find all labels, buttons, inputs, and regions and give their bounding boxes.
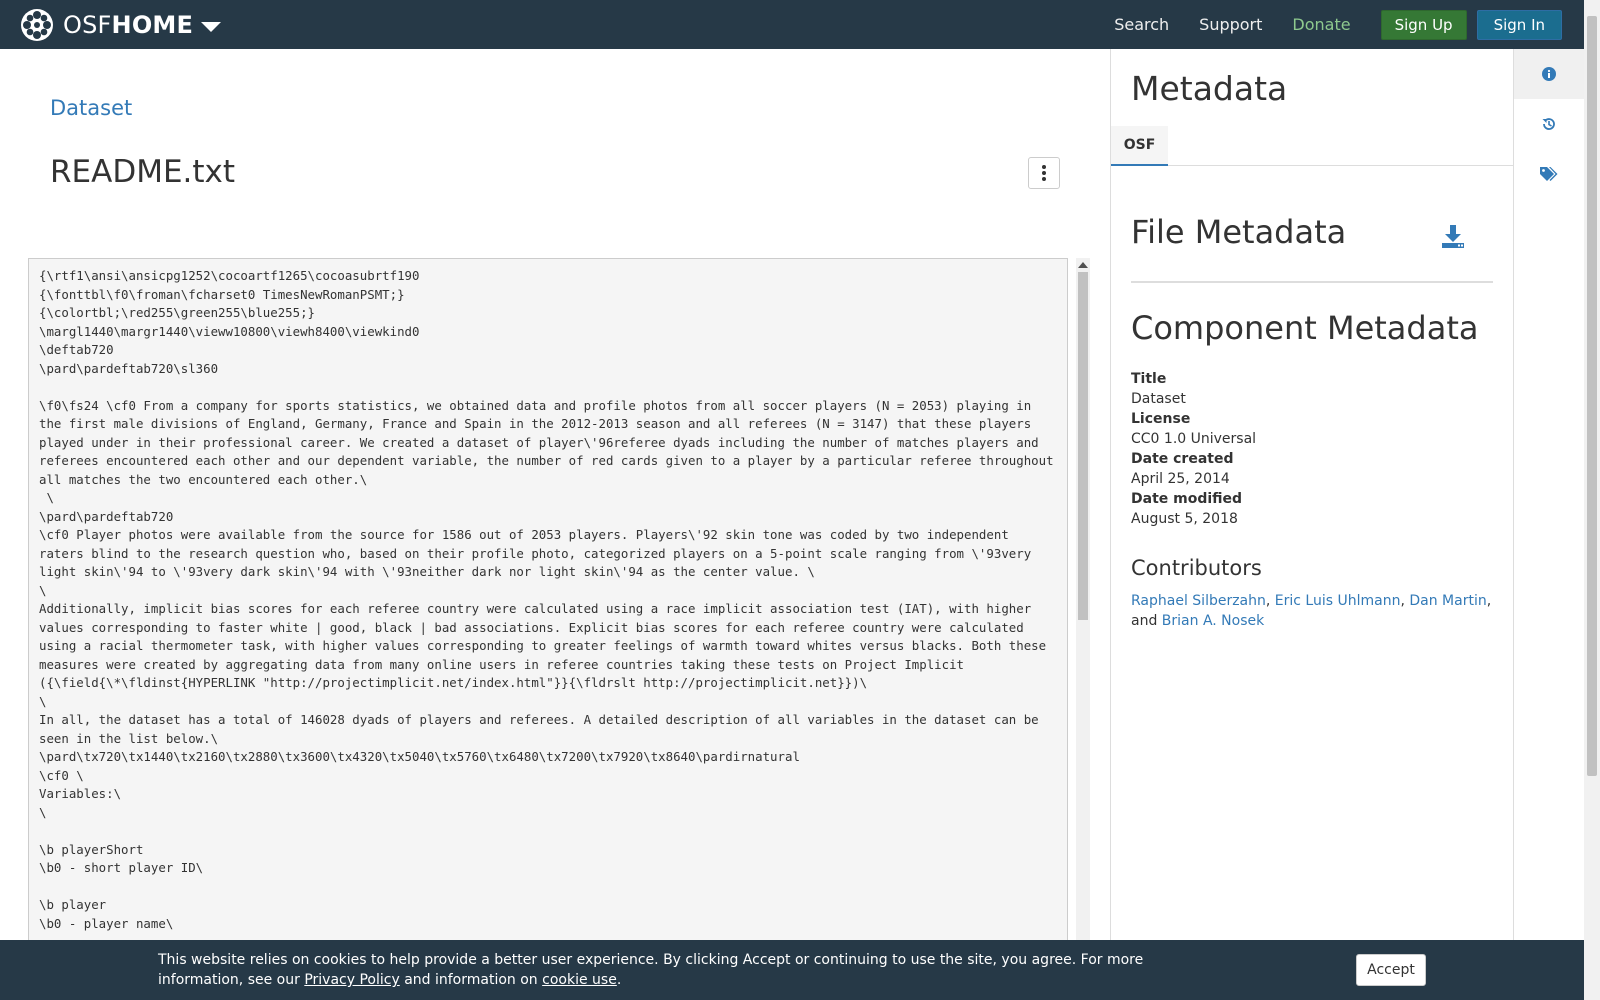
scroll-up-arrow-icon[interactable] xyxy=(1078,262,1088,268)
file-title: README.txt xyxy=(50,154,236,190)
meta-value-license: CC0 1.0 Universal xyxy=(1131,431,1257,447)
contributor-separator: , xyxy=(1265,593,1275,609)
metadata-divider xyxy=(1131,281,1493,283)
meta-key-date-modified: Date modified xyxy=(1131,491,1243,507)
metadata-tabs: OSF xyxy=(1111,126,1513,166)
cookie-banner: This website relies on cookies to help p… xyxy=(0,940,1584,1000)
rail-item-tags[interactable] xyxy=(1514,149,1584,199)
nav-donate-link[interactable]: Donate xyxy=(1292,15,1350,34)
file-content-text: {\rtf1\ansi\ansicpg1252\cocoartf1265\coc… xyxy=(39,268,1054,931)
file-viewer-scrollbar[interactable] xyxy=(1076,258,1090,948)
right-icon-rail xyxy=(1514,49,1584,949)
tab-osf[interactable]: OSF xyxy=(1111,126,1168,166)
meta-key-license: License xyxy=(1131,411,1191,427)
page-scroll-thumb[interactable] xyxy=(1587,16,1597,776)
brand-text: OSFHOME xyxy=(63,11,193,39)
page-scrollbar[interactable] xyxy=(1584,0,1600,1000)
contributors-heading: Contributors xyxy=(1131,556,1262,580)
osf-logo-icon xyxy=(21,8,53,41)
contributor-link[interactable]: Eric Luis Uhlmann xyxy=(1275,593,1401,609)
accept-cookies-button[interactable]: Accept xyxy=(1356,954,1426,986)
component-metadata-list: Title Dataset License CC0 1.0 Universal … xyxy=(1131,369,1256,529)
kebab-dot-icon xyxy=(1042,171,1046,175)
osf-home-brand[interactable]: OSFHOME xyxy=(20,0,222,49)
kebab-dot-icon xyxy=(1042,165,1046,169)
history-icon xyxy=(1542,118,1555,130)
metadata-panel: Metadata OSF File Metadata Component Met… xyxy=(1111,49,1513,949)
download-icon[interactable] xyxy=(1440,223,1466,249)
contributor-and: and xyxy=(1131,613,1162,629)
cookie-use-link[interactable]: cookie use xyxy=(542,972,617,988)
info-icon xyxy=(1542,67,1556,81)
meta-key-date-created: Date created xyxy=(1131,451,1234,467)
contributors-list: Raphael Silberzahn, Eric Luis Uhlmann, D… xyxy=(1131,591,1493,631)
more-options-button[interactable] xyxy=(1028,157,1060,189)
cookie-banner-text: This website relies on cookies to help p… xyxy=(158,950,1198,990)
meta-key-title: Title xyxy=(1131,371,1167,387)
file-viewer-scroll-thumb[interactable] xyxy=(1078,272,1088,620)
contributor-link[interactable]: Dan Martin xyxy=(1409,593,1486,609)
rail-item-info[interactable] xyxy=(1514,49,1584,99)
brand-text-light: OSF xyxy=(63,10,112,39)
contributor-link[interactable]: Brian A. Nosek xyxy=(1162,613,1264,629)
file-metadata-heading: File Metadata xyxy=(1131,213,1347,251)
sign-up-button[interactable]: Sign Up xyxy=(1380,9,1467,40)
top-navbar: OSFHOME Search Support Donate Sign Up Si… xyxy=(0,0,1584,49)
contributor-link[interactable]: Raphael Silberzahn xyxy=(1131,593,1266,609)
contributor-separator: , xyxy=(1486,593,1492,609)
meta-value-date-created: April 25, 2014 xyxy=(1131,471,1230,487)
metadata-panel-title: Metadata xyxy=(1131,69,1288,108)
meta-value-title: Dataset xyxy=(1131,391,1186,407)
tags-icon xyxy=(1540,167,1558,181)
nav-search-link[interactable]: Search xyxy=(1114,15,1169,34)
nav-support-link[interactable]: Support xyxy=(1199,15,1262,34)
sign-in-button[interactable]: Sign In xyxy=(1476,9,1562,40)
nav-right: Search Support Donate Sign Up Sign In xyxy=(1114,0,1584,49)
kebab-dot-icon xyxy=(1042,177,1046,181)
brand-text-bold: HOME xyxy=(111,10,194,39)
file-content-viewer[interactable]: {\rtf1\ansi\ansicpg1252\cocoartf1265\coc… xyxy=(28,258,1068,948)
privacy-policy-link[interactable]: Privacy Policy xyxy=(304,972,399,988)
cookie-text-middle: and information on xyxy=(399,972,543,988)
caret-down-icon[interactable] xyxy=(201,21,222,32)
component-metadata-heading: Component Metadata xyxy=(1131,309,1479,347)
cookie-text-after: . xyxy=(616,972,622,988)
rail-item-history[interactable] xyxy=(1514,99,1584,149)
breadcrumb-dataset-link[interactable]: Dataset xyxy=(50,96,132,120)
meta-value-date-modified: August 5, 2018 xyxy=(1131,511,1238,527)
